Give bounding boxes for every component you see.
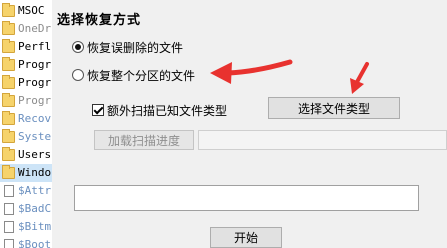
select-file-type-button[interactable]: 选择文件类型	[268, 97, 400, 119]
radio-recover-partition[interactable]: 恢复整个分区的文件	[72, 66, 195, 84]
file-icon	[4, 203, 14, 215]
folder-icon	[2, 75, 15, 89]
list-item[interactable]: $Bitm	[0, 218, 52, 236]
list-item-label: MSOC	[18, 4, 45, 17]
folder-icon	[2, 93, 15, 107]
list-item-label: $Boot	[18, 238, 52, 248]
list-item[interactable]: Progr	[0, 74, 52, 92]
list-item[interactable]: Perfl	[0, 38, 52, 56]
list-item-label: Perfl	[18, 40, 52, 53]
list-item[interactable]: Windo	[0, 164, 52, 182]
extra-scan-checkbox[interactable]	[92, 104, 104, 116]
radio-button[interactable]	[72, 41, 84, 53]
radio-recover-deleted[interactable]: 恢复误删除的文件	[72, 38, 183, 56]
list-item-label: Users	[18, 148, 52, 161]
list-item-label: Progr	[18, 94, 52, 107]
list-item[interactable]: Progr	[0, 56, 52, 74]
path-input[interactable]	[74, 185, 419, 211]
list-item-label: Recov	[18, 112, 52, 125]
folder-icon	[2, 21, 15, 35]
file-icon	[4, 239, 14, 248]
extra-scan-checkbox-row[interactable]: 额外扫描已知文件类型	[92, 101, 227, 119]
background-file-list: MSOC OneDr Perfl Progr Progr Progr Recov Syste U…	[0, 0, 53, 248]
list-item-label: $Attr	[18, 184, 52, 197]
folder-icon	[2, 111, 15, 125]
list-item[interactable]: OneDr	[0, 20, 52, 38]
list-item-label: OneDr	[18, 22, 52, 35]
list-item-label: $BadC	[18, 202, 52, 215]
dialog-title: 选择恢复方式	[57, 13, 142, 28]
folder-icon	[2, 165, 15, 179]
list-item[interactable]: MSOC	[0, 2, 52, 20]
list-item-label: Progr	[18, 58, 52, 71]
folder-icon	[2, 57, 15, 71]
folder-icon	[2, 129, 15, 143]
list-item-label: Progr	[18, 76, 52, 89]
folder-icon	[2, 147, 15, 161]
radio-label: 恢复误删除的文件	[87, 40, 184, 55]
scan-progress-path-field	[198, 130, 447, 150]
list-item-label: Windo	[18, 166, 52, 179]
folder-icon	[2, 39, 15, 53]
radio-button[interactable]	[72, 69, 84, 81]
list-item[interactable]: Recov	[0, 110, 52, 128]
start-button[interactable]: 开始	[210, 227, 282, 248]
extra-scan-label: 额外扫描已知文件类型	[107, 103, 228, 118]
recovery-mode-dialog: 选择恢复方式 恢复误删除的文件 恢复整个分区的文件 额外扫描已知文件类型 选择文…	[52, 0, 447, 248]
folder-icon	[2, 3, 15, 17]
file-icon	[4, 221, 14, 233]
list-item[interactable]: $Boot	[0, 236, 52, 248]
file-icon	[4, 185, 14, 197]
list-item-label: Syste	[18, 130, 52, 143]
list-item[interactable]: $BadC	[0, 200, 52, 218]
radio-label: 恢复整个分区的文件	[87, 68, 196, 83]
load-scan-progress-button: 加载扫描进度	[94, 130, 194, 150]
list-item[interactable]: Progr	[0, 92, 52, 110]
list-item[interactable]: Syste	[0, 128, 52, 146]
list-item-label: $Bitm	[18, 220, 52, 233]
list-item[interactable]: $Attr	[0, 182, 52, 200]
list-item[interactable]: Users	[0, 146, 52, 164]
